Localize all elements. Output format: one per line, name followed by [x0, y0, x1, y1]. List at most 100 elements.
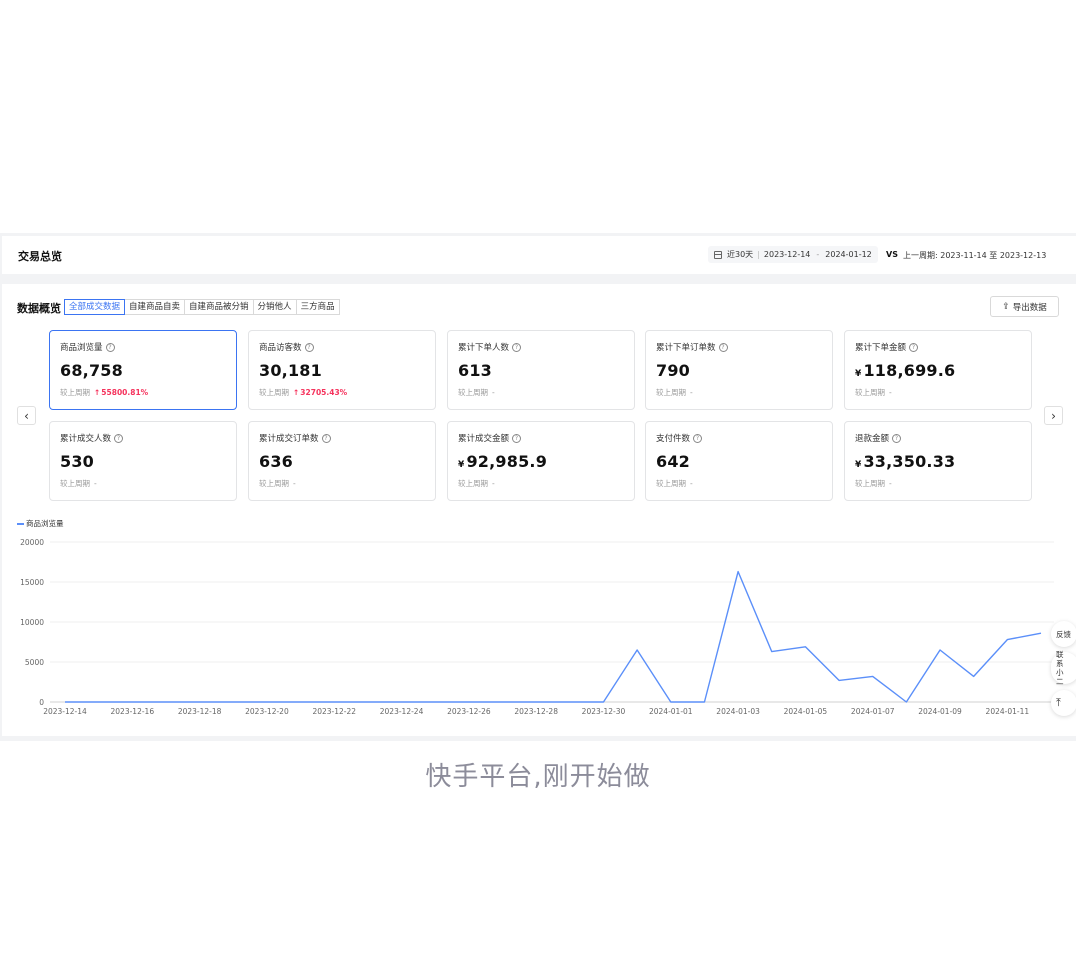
next-arrow-button[interactable]: › [1044, 406, 1063, 425]
help-question-icon[interactable]: ? [114, 433, 124, 443]
metric-comparison: 较上周期 - [855, 478, 1021, 489]
data-overview-card: 数据概览 全部成交数据 自建商品自卖 自建商品被分销 分销他人 三方商品 ⇪ 导… [2, 284, 1076, 736]
x-tick-label: 2024-01-09 [918, 707, 962, 716]
help-question-icon[interactable]: ? [909, 342, 919, 352]
metric-label: 商品访客数? [259, 341, 425, 353]
metric-value: 68,758 [60, 361, 226, 380]
prev-arrow-button[interactable]: ‹ [17, 406, 36, 425]
metric-label-text: 累计成交人数 [60, 434, 112, 444]
metric-card[interactable]: 累计下单人数? 613 较上周期 - [447, 330, 635, 410]
metric-card[interactable]: 退款金额? ¥33,350.33 较上周期 - [844, 421, 1032, 501]
transaction-overview-header: 交易总览 近30天 | 2023-12-14 - 2024-01-12 VS 上… [2, 236, 1076, 274]
help-question-icon[interactable]: ? [718, 342, 728, 352]
date-separator: - [816, 250, 820, 259]
metric-comparison: 较上周期 - [259, 478, 425, 489]
comparison-label: 较上周期 [656, 479, 686, 488]
feedback-button[interactable]: 反馈 [1051, 621, 1076, 647]
comparison-value: - [492, 479, 495, 488]
comparison-value: - [492, 388, 495, 397]
x-tick-label: 2023-12-26 [447, 707, 491, 716]
metric-value: ¥92,985.9 [458, 452, 624, 471]
metric-label: 累计成交金额? [458, 432, 624, 444]
metric-number: 613 [458, 361, 492, 380]
page-views-line-chart: 0 5000 10000 15000 20000 2023-12-14 2023-12-16… [20, 538, 1054, 716]
metric-card[interactable]: 累计下单金额? ¥118,699.6 较上周期 - [844, 330, 1032, 410]
metric-card[interactable]: 累计成交订单数? 636 较上周期 - [248, 421, 436, 501]
y-tick-label: 20000 [20, 538, 44, 547]
metric-number: 30,181 [259, 361, 322, 380]
help-question-icon[interactable]: ? [892, 433, 902, 443]
currency-symbol: ¥ [855, 460, 862, 470]
metric-label: 累计下单金额? [855, 341, 1021, 353]
chart-legend[interactable]: 商品浏览量 [17, 518, 64, 529]
comparison-label: 较上周期 [855, 388, 885, 397]
tab-all-deals[interactable]: 全部成交数据 [64, 299, 126, 315]
legend-swatch [17, 522, 24, 525]
metric-card[interactable]: 累计下单订单数? 790 较上周期 - [645, 330, 833, 410]
metric-value: 790 [656, 361, 822, 380]
x-tick-label: 2023-12-18 [178, 707, 222, 716]
help-question-icon[interactable]: ? [321, 433, 331, 443]
metric-label: 累计成交人数? [60, 432, 226, 444]
currency-symbol: ¥ [855, 369, 862, 379]
metric-label-text: 累计成交金额 [458, 434, 510, 444]
metric-comparison: 较上周期 ↑ 55800.81% [60, 387, 226, 398]
section-title: 数据概览 [17, 302, 61, 315]
tab-third-party-goods[interactable]: 三方商品 [296, 299, 340, 315]
date-divider: | [757, 250, 760, 259]
metric-comparison: 较上周期 - [60, 478, 226, 489]
export-label: 导出数据 [1012, 302, 1047, 313]
back-to-top-button[interactable]: ⤒ [1051, 690, 1076, 716]
y-tick-label: 10000 [20, 618, 44, 627]
comparison-value: 55800.81% [101, 388, 149, 397]
date-range-picker[interactable]: 近30天 | 2023-12-14 - 2024-01-12 [708, 246, 878, 263]
x-tick-label: 2024-01-03 [716, 707, 760, 716]
y-tick-label: 15000 [20, 578, 44, 587]
metric-card[interactable]: 商品访客数? 30,181 较上周期 ↑ 32705.43% [248, 330, 436, 410]
comparison-label: 较上周期 [458, 479, 488, 488]
x-tick-label: 2023-12-24 [380, 707, 424, 716]
metric-label: 累计下单订单数? [656, 341, 822, 353]
contact-label: 联系小二 [1056, 650, 1064, 686]
help-question-icon[interactable]: ? [512, 342, 522, 352]
contact-support-button[interactable]: 联系小二 [1051, 650, 1076, 686]
metric-card[interactable]: 累计成交金额? ¥92,985.9 较上周期 - [447, 421, 635, 501]
x-tick-label: 2023-12-30 [582, 707, 626, 716]
metric-value: ¥118,699.6 [855, 361, 1021, 380]
comparison-label: 较上周期 [60, 388, 90, 397]
legend-label: 商品浏览量 [26, 519, 64, 528]
comparison-label: 较上周期 [259, 388, 289, 397]
help-question-icon[interactable]: ? [693, 433, 703, 443]
help-question-icon[interactable]: ? [105, 342, 115, 352]
end-date: 2024-01-12 [825, 250, 872, 259]
metric-label: 累计下单人数? [458, 341, 624, 353]
currency-symbol: ¥ [458, 460, 465, 470]
series-line[interactable] [65, 570, 1042, 703]
y-tick-label: 0 [39, 698, 44, 707]
export-data-button[interactable]: ⇪ 导出数据 [990, 296, 1059, 317]
metric-number: 92,985.9 [466, 452, 548, 471]
metric-comparison: 较上周期 - [458, 387, 624, 398]
x-tick-label: 2023-12-16 [111, 707, 155, 716]
metric-label-text: 累计成交订单数 [259, 434, 319, 444]
tab-self-built-distributed[interactable]: 自建商品被分销 [185, 299, 254, 315]
metric-label: 商品浏览量? [60, 341, 226, 353]
metric-comparison: 较上周期 - [656, 387, 822, 398]
metric-card[interactable]: 商品浏览量? 68,758 较上周期 ↑ 55800.81% [49, 330, 237, 410]
comparison-label: 较上周期 [259, 479, 289, 488]
metric-value: 30,181 [259, 361, 425, 380]
help-question-icon[interactable]: ? [304, 342, 314, 352]
help-question-icon[interactable]: ? [512, 433, 522, 443]
metric-card[interactable]: 累计成交人数? 530 较上周期 - [49, 421, 237, 501]
metric-card[interactable]: 支付件数? 642 较上周期 - [645, 421, 833, 501]
metric-value: 636 [259, 452, 425, 471]
metric-comparison: 较上周期 ↑ 32705.43% [259, 387, 425, 398]
arrow-up-to-top-icon: ⤒ [1056, 696, 1061, 709]
tab-self-built-self-sold[interactable]: 自建商品自卖 [125, 299, 186, 315]
comparison-value: - [94, 479, 97, 488]
comparison-value: - [690, 479, 693, 488]
metric-label-text: 累计下单金额 [855, 343, 907, 353]
metric-label-text: 累计下单订单数 [656, 343, 716, 353]
arrow-up-icon: ↑ [94, 388, 101, 397]
tab-distribute-others[interactable]: 分销他人 [253, 299, 297, 315]
